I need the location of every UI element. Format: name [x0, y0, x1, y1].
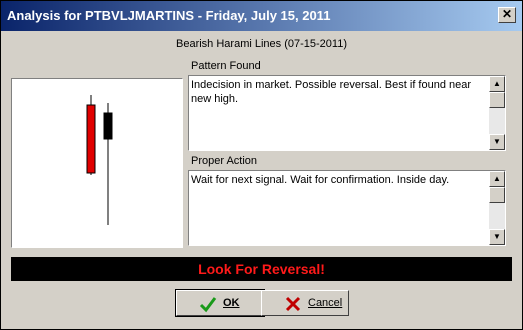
- pattern-found-textarea[interactable]: Indecision in market. Possible reversal.…: [188, 75, 506, 151]
- scroll-up-button[interactable]: ▲: [489, 171, 505, 187]
- proper-action-scrollbar[interactable]: ▲ ▼: [489, 171, 505, 245]
- cancel-label: Cancel: [308, 297, 343, 309]
- x-cross-icon: [285, 296, 301, 312]
- scroll-thumb[interactable]: [489, 187, 505, 203]
- scroll-thumb[interactable]: [489, 92, 505, 108]
- scroll-down-button[interactable]: ▼: [489, 229, 505, 245]
- arrow-down-icon: ▼: [493, 232, 501, 241]
- candlestick-chart: [11, 78, 183, 248]
- candlestick-svg: [86, 95, 113, 225]
- candle-1-body: [86, 104, 96, 174]
- scroll-down-button[interactable]: ▼: [489, 134, 505, 150]
- window-title: Analysis for PTBVLJMARTINS - Friday, Jul…: [7, 8, 331, 23]
- pattern-subtitle: Bearish Harami Lines (07-15-2011): [176, 38, 347, 50]
- close-button[interactable]: ✕: [498, 7, 516, 23]
- signal-banner: Look For Reversal!: [11, 257, 512, 281]
- arrow-up-icon: ▲: [493, 174, 501, 183]
- title-bar: Analysis for PTBVLJMARTINS - Friday, Jul…: [1, 1, 522, 31]
- proper-action-label: Proper Action: [191, 155, 258, 167]
- proper-action-text: Wait for next signal. Wait for confirmat…: [191, 174, 450, 186]
- candle-2-body: [103, 112, 113, 140]
- proper-action-textarea[interactable]: Wait for next signal. Wait for confirmat…: [188, 170, 506, 246]
- ok-button[interactable]: OK: [175, 289, 265, 317]
- checkmark-icon: [199, 297, 217, 313]
- arrow-up-icon: ▲: [493, 79, 501, 88]
- scroll-up-button[interactable]: ▲: [489, 76, 505, 92]
- pattern-found-scrollbar[interactable]: ▲ ▼: [489, 76, 505, 150]
- close-icon: ✕: [501, 7, 513, 21]
- cancel-button[interactable]: Cancel: [261, 290, 349, 316]
- analysis-dialog: Analysis for PTBVLJMARTINS - Friday, Jul…: [0, 0, 523, 330]
- pattern-found-label: Pattern Found: [191, 60, 261, 72]
- pattern-found-text: Indecision in market. Possible reversal.…: [191, 79, 472, 105]
- arrow-down-icon: ▼: [493, 137, 501, 146]
- ok-label: OK: [223, 297, 240, 309]
